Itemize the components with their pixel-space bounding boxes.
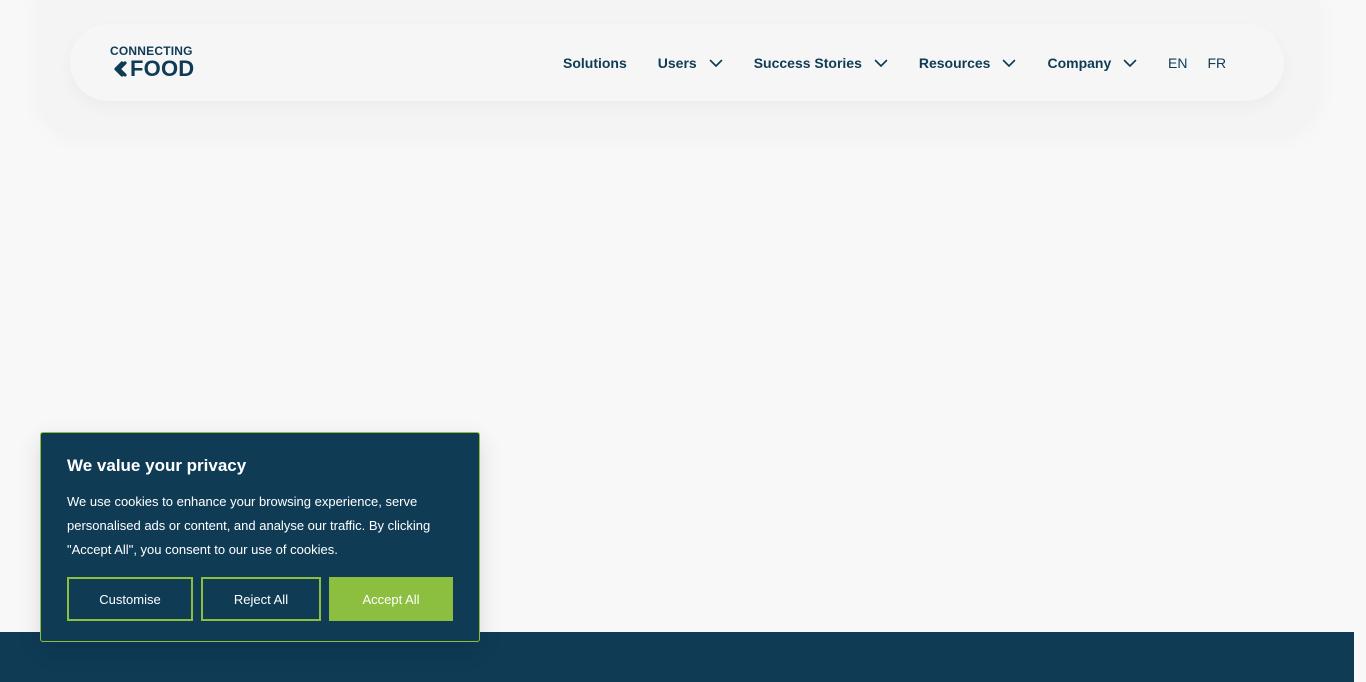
cookie-description: We use cookies to enhance your browsing … — [67, 494, 431, 557]
nav-users-label: Users — [657, 54, 697, 71]
reject-all-button[interactable]: Reject All — [201, 577, 321, 621]
nav-company-label: Company — [1047, 54, 1112, 71]
site-header: CONNECTING FOOD Solutions Users Success … — [70, 24, 1284, 101]
logo-line-2-wrap: FOOD — [110, 57, 194, 81]
connecting-food-mark-icon — [114, 61, 127, 77]
accept-all-button[interactable]: Accept All — [329, 577, 453, 621]
nav-success-stories[interactable]: Success Stories — [754, 47, 888, 79]
main-navigation: Solutions Users Success Stories Resource… — [563, 24, 1137, 101]
chevron-down-icon — [709, 59, 723, 67]
chevron-down-icon — [874, 59, 888, 67]
nav-solutions-label: Solutions — [563, 54, 627, 71]
language-en[interactable]: EN — [1168, 55, 1187, 71]
cookie-consent-banner: We value your privacy We use cookies to … — [40, 432, 480, 642]
chevron-down-icon — [1003, 59, 1016, 67]
nav-company[interactable]: Company — [1047, 47, 1137, 79]
nav-resources-label: Resources — [918, 54, 991, 71]
logo-line-2: FOOD — [130, 56, 195, 81]
site-logo-link[interactable]: CONNECTING FOOD — [110, 45, 220, 81]
chevron-down-icon — [1123, 59, 1137, 67]
nav-success-stories-label: Success Stories — [753, 54, 862, 71]
nav-resources[interactable]: Resources — [919, 47, 1017, 79]
customise-button[interactable]: Customise — [67, 577, 193, 621]
nav-users[interactable]: Users — [658, 47, 723, 79]
nav-solutions[interactable]: Solutions — [563, 47, 627, 79]
cookie-title: We value your privacy — [67, 456, 247, 475]
language-switcher: EN FR — [1168, 24, 1226, 101]
language-fr[interactable]: FR — [1207, 55, 1226, 71]
cookie-actions: Customise Reject All Accept All — [67, 577, 453, 621]
